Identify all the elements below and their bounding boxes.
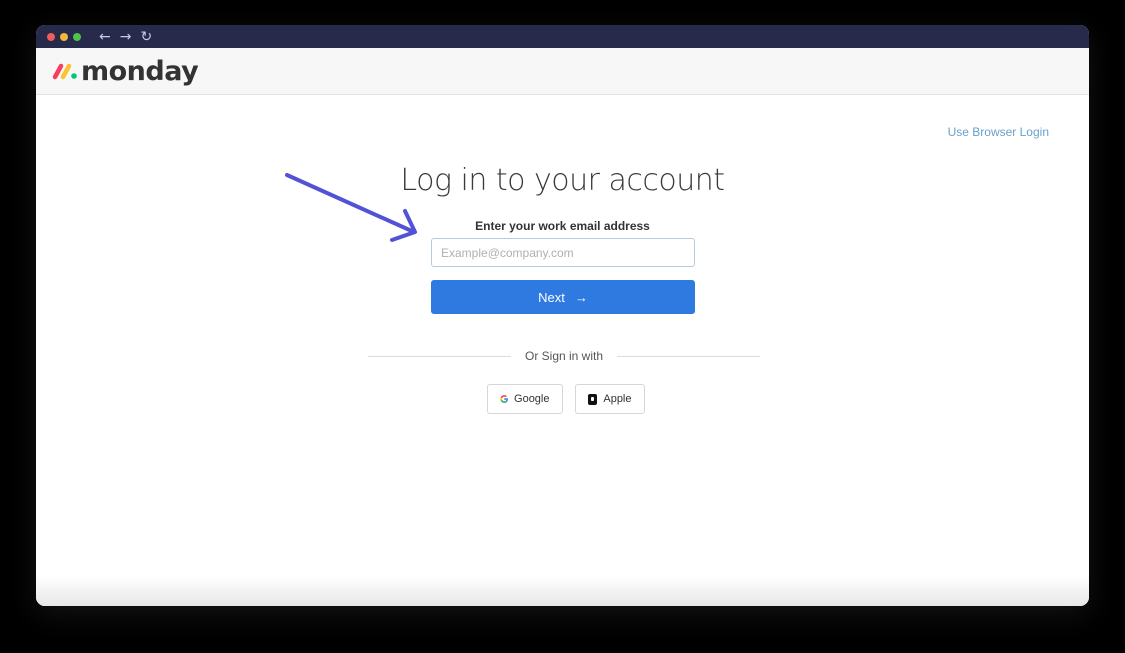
divider-line-right [617,355,760,357]
browser-titlebar: ← → ↻ [36,25,1089,48]
maximize-window-button[interactable] [73,32,81,41]
divider-line-left [368,355,511,357]
email-input[interactable] [431,238,695,267]
arrow-right-icon: → [574,289,588,305]
login-page: Use Browser Login Log in to your account… [36,95,1089,606]
google-signin-button[interactable]: Google [486,384,563,414]
back-arrow-icon[interactable]: ← [99,30,111,44]
email-label: Enter your work email address [475,219,650,233]
reload-icon[interactable]: ↻ [140,30,152,44]
sign-in-divider: Or Sign in with [368,349,760,363]
monday-logo-icon [52,63,77,80]
social-login-group: Google Apple [36,384,1089,414]
browser-nav: ← → ↻ [99,30,152,44]
google-label: Google [514,393,550,405]
apple-label: Apple [603,393,632,405]
google-icon [499,395,508,403]
brand-name: monday [81,55,199,87]
monday-logo: monday [52,55,199,87]
app-header: monday [36,48,1089,95]
apple-signin-button[interactable]: Apple [574,384,645,414]
annotation-arrow-icon [285,173,417,242]
close-window-button[interactable] [47,32,55,41]
divider-text: Or Sign in with [524,349,604,363]
next-button-label: Next [538,289,565,305]
page-title: Log in to your account [400,163,725,198]
browser-window: ← → ↻ monday Use Browser Login Log in to… [36,25,1089,606]
forward-arrow-icon[interactable]: → [120,30,132,44]
apple-icon [587,393,598,405]
use-browser-login-link[interactable]: Use Browser Login [948,125,1049,139]
next-button[interactable]: Next → [431,280,695,314]
minimize-window-button[interactable] [60,32,68,41]
